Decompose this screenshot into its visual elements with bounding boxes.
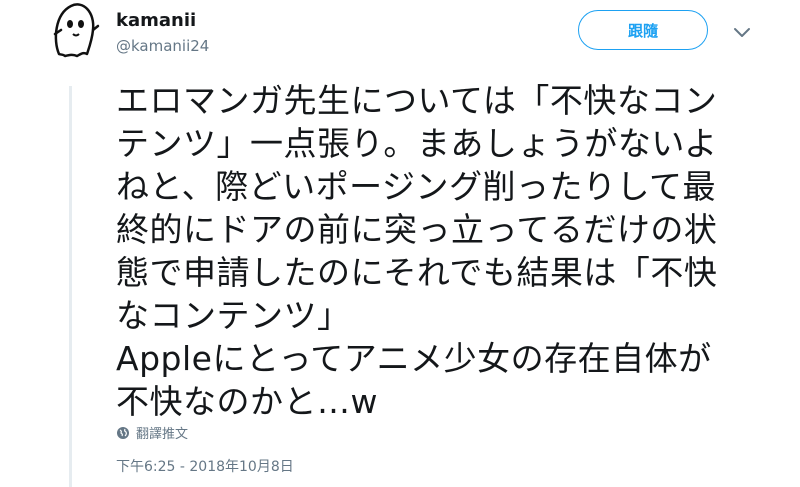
user-handle[interactable]: @kamanii24 xyxy=(116,37,209,55)
translate-tweet-link[interactable]: 翻譯推文 xyxy=(116,423,188,442)
tweet-text-line: エロマンガ先生については「不快なコン xyxy=(116,81,718,120)
display-name[interactable]: kamanii xyxy=(116,10,196,32)
tweet-text-line: Appleにとってアニメ少女の存在自体が xyxy=(116,339,712,378)
avatar[interactable] xyxy=(43,0,103,60)
tweet-text-line: なコンテンツ」 xyxy=(116,296,351,335)
follow-button[interactable]: 跟隨 xyxy=(578,10,708,50)
globe-icon xyxy=(117,426,129,439)
tweet-text-line: 終的にドアの前に突っ立ってるだけの状 xyxy=(116,210,718,249)
tweet-text-line: 態で申請したのにそれでも結果は「不快 xyxy=(116,253,718,292)
follow-button-label: 跟隨 xyxy=(627,21,658,40)
tweet-text-line: ねと、際どいポージング削ったりして最 xyxy=(116,167,717,206)
chevron-down-icon xyxy=(734,28,750,37)
tweet-text-line: テンツ」一点張り。まあしょうがないよ xyxy=(116,124,718,163)
thread-line xyxy=(69,86,72,487)
tweet-text-line: 不快なのかと…w xyxy=(116,382,378,421)
ghost-doodle-avatar-icon xyxy=(53,3,100,58)
tweet-timestamp[interactable]: 下午6:25 - 2018年10月8日 xyxy=(116,456,294,476)
tweet-text: エロマンガ先生については「不快なコン テンツ」一点張り。まあしょうがないよ ねと… xyxy=(116,79,776,423)
tweet-menu-button[interactable] xyxy=(732,25,752,39)
translate-label: 翻譯推文 xyxy=(136,427,189,442)
